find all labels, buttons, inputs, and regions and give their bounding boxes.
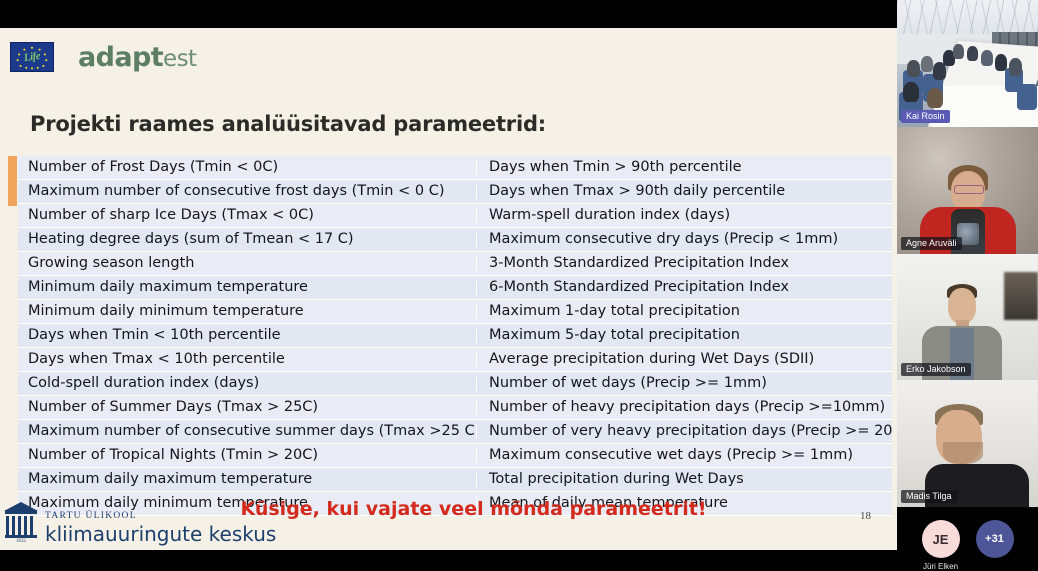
university-unit-name: kliimauuringute keskus [45, 522, 277, 546]
parameter-cell-left: Growing season length [28, 256, 195, 271]
adaptest-wordmark-bold: adapt [78, 41, 164, 73]
table-row: Growing season length 3-Month Standardize… [18, 252, 892, 276]
video-tile-participant-0[interactable]: Kai Rosin [897, 0, 1038, 127]
table-row: Maximum number of consecutive frost days… [18, 180, 892, 204]
table-row: Number of sharp Ice Days (Tmax < 0C) Warm… [18, 204, 892, 228]
parameter-cell-right: Maximum 5-day total precipitation [476, 328, 892, 343]
parameter-cell-right: Total precipitation during Wet Days [476, 472, 892, 487]
orange-accent-bar [8, 156, 17, 206]
table-row: Days when Tmin < 10th percentile Maximum … [18, 324, 892, 348]
eu-life-logo-icon: Life [10, 42, 54, 72]
life-wordmark: Life [23, 49, 41, 65]
parameter-cell-left: Number of Tropical Nights (Tmin > 20C) [28, 448, 318, 463]
video-tile-participant-2[interactable]: Erko Jakobson [897, 253, 1038, 381]
avatar-with-name[interactable]: JE Jüri Elken [921, 520, 960, 571]
parameter-cell-left: Number of Frost Days (Tmin < 0C) [28, 160, 279, 175]
parameter-cell-left: Maximum number of consecutive frost days… [28, 184, 445, 199]
adaptest-wordmark: adaptest [78, 41, 197, 73]
table-row: Minimum daily minimum temperature Maximum… [18, 300, 892, 324]
overflow-participant-count[interactable]: +31 [975, 520, 1014, 559]
video-tile-participant-1[interactable]: Agne Aruväli [897, 126, 1038, 254]
table-row: Minimum daily maximum temperature 6-Month… [18, 276, 892, 300]
screen-share-stage: Life adaptest Projekti raames analüüsita… [0, 0, 1038, 571]
table-row: Heating degree days (sum of Tmean < 17 C… [18, 228, 892, 252]
slide-page-number: 18 [860, 510, 871, 522]
table-row: Maximum number of consecutive summer day… [18, 420, 892, 444]
adaptest-wordmark-light: est [163, 45, 197, 72]
participant-avatar-name: Jüri Elken [922, 562, 959, 571]
participant-name-badge: Madis Tilga [901, 490, 957, 504]
parameter-cell-right: Number of very heavy precipitation days … [476, 424, 892, 439]
table-row: Cold-spell duration index (days) Number o… [18, 372, 892, 396]
parameter-cell-right: Number of wet days (Precip >= 1mm) [476, 376, 892, 391]
parameter-cell-right: Days when Tmax > 90th daily percentile [476, 184, 892, 199]
parameter-cell-left: Minimum daily minimum temperature [28, 304, 304, 319]
slide-branding-header: Life adaptest [0, 28, 897, 86]
parameter-cell-right: Number of heavy precipitation days (Prec… [476, 400, 892, 415]
parameter-cell-right: 6-Month Standardized Precipitation Index [476, 280, 892, 295]
parameter-cell-left: Number of Summer Days (Tmax > 25C) [28, 400, 319, 415]
university-founding-year: 1632 [16, 539, 26, 544]
parameter-cell-left: Cold-spell duration index (days) [28, 376, 260, 391]
parameter-cell-right: Maximum consecutive wet days (Precip >= … [476, 448, 892, 463]
parameter-cell-right: Warm-spell duration index (days) [476, 208, 892, 223]
participant-video-rail: Kai Rosin Agne Aruväli Erko Jakobson Mad… [897, 0, 1038, 571]
parameter-cell-left: Maximum daily maximum temperature [28, 472, 313, 487]
participant-name-badge: Agne Aruväli [901, 236, 962, 250]
table-row: Number of Tropical Nights (Tmin > 20C) Ma… [18, 444, 892, 468]
slide-title: Projekti raames analüüsitavad parameetri… [30, 112, 546, 136]
parameter-cell-right: Maximum consecutive dry days (Precip < 1… [476, 232, 892, 247]
table-row: Days when Tmax < 10th percentile Average … [18, 348, 892, 372]
presentation-slide: Life adaptest Projekti raames analüüsita… [0, 28, 897, 550]
parameter-cell-left: Maximum number of consecutive summer day… [28, 424, 476, 439]
parameter-cell-right: 3-Month Standardized Precipitation Index [476, 256, 892, 271]
parameter-cell-right: Maximum 1-day total precipitation [476, 304, 892, 319]
parameter-cell-left: Days when Tmin < 10th percentile [28, 328, 281, 343]
participant-name-badge: Kai Rosin [901, 109, 950, 123]
parameter-cell-left: Days when Tmax < 10th percentile [28, 352, 285, 367]
table-row: Maximum daily maximum temperature Total p… [18, 468, 892, 492]
parameter-cell-right: Days when Tmin > 90th percentile [476, 160, 892, 175]
parameter-cell-left: Minimum daily maximum temperature [28, 280, 308, 295]
parameter-cell-left: Heating degree days (sum of Tmean < 17 C… [28, 232, 354, 247]
overflow-participants-tile: JE Jüri Elken +31 [897, 507, 1038, 571]
table-row: Number of Summer Days (Tmax > 25C) Number… [18, 396, 892, 420]
slide-footer: 1632 TARTU ÜLIKOOL kliimauuringute kesku… [0, 490, 897, 550]
participant-avatar-initials[interactable]: JE [921, 520, 960, 559]
parameter-cell-right: Average precipitation during Wet Days (S… [476, 352, 892, 367]
slide-call-to-action: Küsige, kui vajate veel mõnda parameetri… [240, 498, 707, 520]
parameters-rows: Number of Frost Days (Tmin < 0C) Days whe… [18, 156, 892, 516]
table-row: Number of Frost Days (Tmin < 0C) Days whe… [18, 156, 892, 180]
parameter-cell-left: Number of sharp Ice Days (Tmax < 0C) [28, 208, 314, 223]
participant-name-badge: Erko Jakobson [901, 363, 971, 377]
video-tile-participant-3[interactable]: Madis Tilga [897, 380, 1038, 508]
